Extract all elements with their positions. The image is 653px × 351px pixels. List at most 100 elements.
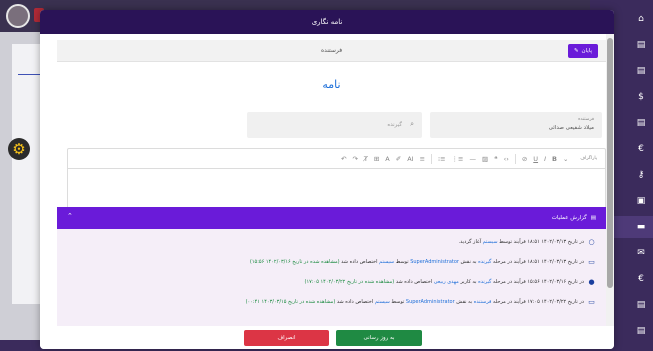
italic-icon[interactable]: I xyxy=(544,155,546,163)
operations-report-body: در تاریخ ۱۴۰۲/۰۳/۱۳ ۱۸:۵۱ فرآیند توسط سی… xyxy=(57,229,606,326)
sender-field: فرستنده میلاد شفیعی صدائی xyxy=(430,112,602,138)
log-segment: در تاریخ xyxy=(566,259,584,265)
modal-title: نامه نگاری xyxy=(311,18,343,26)
operations-report-header[interactable]: ⌃ گزارش عملیات ▤ xyxy=(57,207,606,229)
paragraph-format-select[interactable]: پاراگراف xyxy=(580,156,597,161)
log-segment: فرآیند در مرحله xyxy=(491,279,528,285)
sender-field-value: میلاد شفیعی صدائی xyxy=(548,125,594,131)
mail-icon: ✉ xyxy=(637,248,645,258)
chevron-up-icon[interactable]: ⌃ xyxy=(67,212,73,220)
bullet-list-icon[interactable]: ⋮≡ xyxy=(452,155,464,163)
log-segment: توسط xyxy=(389,299,406,305)
log-segment: ۱۴۰۲/۰۳/۲۲ ۱۷:۰۵ xyxy=(527,299,567,305)
cancel-button[interactable]: انصراف xyxy=(244,330,329,346)
update-button[interactable]: به روز رسانی xyxy=(336,330,422,346)
log-segment: (مشاهده شده در تاریخ ۱۴۰۲/۰۳/۱۶ ۱۵:۵۶) xyxy=(249,259,340,265)
log-segment: مهدی ربیعی xyxy=(433,279,459,285)
log-segment: سیستم xyxy=(482,239,498,245)
log-segment: فرآیند در مرحله xyxy=(491,299,528,305)
log-segment: ۱۴۰۲/۰۳/۱۳ ۱۸:۵۱ xyxy=(527,239,567,245)
log-row-1: در تاریخ ۱۴۰۲/۰۳/۱۳ ۱۸:۵۱ فرآیند توسط سی… xyxy=(458,237,596,247)
log-segment: گیرنده xyxy=(478,259,492,265)
log-segment: به نقش xyxy=(454,299,474,305)
underline-icon[interactable]: U xyxy=(533,155,538,163)
avatar[interactable] xyxy=(6,4,30,28)
letter-modal: نامه نگاری فرستنده ✎ پایان نامه فرستنده … xyxy=(40,10,614,349)
dollar-icon: $ xyxy=(638,92,644,102)
chevron-down-icon[interactable]: ⌄ xyxy=(563,155,568,163)
log-segment: سیستم xyxy=(379,259,395,265)
document-icon: ▤ xyxy=(636,66,646,76)
horizontal-line-icon[interactable]: — xyxy=(469,155,476,163)
bold-icon[interactable]: B xyxy=(552,155,557,163)
quote-icon[interactable]: ❝ xyxy=(494,155,498,163)
redo-icon[interactable]: ↷ xyxy=(352,155,357,163)
code-icon[interactable]: ‹› xyxy=(504,155,509,163)
log-segment: در تاریخ xyxy=(566,279,584,285)
link-icon[interactable]: ⊘ xyxy=(522,155,527,163)
letter-editor[interactable]: ↶ ↷ T̸ ⊞ A ✐ AI ≡ ⁝≡ ⋮≡ — ▨ ❝ ‹› ⊘ U I B xyxy=(67,148,606,210)
log-segment: در تاریخ xyxy=(566,299,584,305)
log-segment: توسط xyxy=(394,259,411,265)
euro-icon: € xyxy=(638,274,644,284)
modal-body[interactable]: فرستنده ✎ پایان نامه فرستنده میلاد شفیعی… xyxy=(40,34,606,326)
letter-title: نامه xyxy=(322,78,341,91)
gear-icon[interactable]: ⚙ xyxy=(8,138,30,160)
log-segment: (مشاهده شده در تاریخ ۱۴۰۲/۰۳/۲۲ ۱۷:۰۵) xyxy=(304,279,395,285)
log-text: در تاریخ ۱۴۰۲/۰۳/۱۳ ۱۸:۵۱ فرآیند در مرحل… xyxy=(250,259,584,265)
log-text: در تاریخ ۱۴۰۲/۰۳/۲۲ ۱۷:۰۵ فرآیند در مرحل… xyxy=(246,299,584,305)
log-segment: فرآیند توسط xyxy=(497,239,528,245)
recipient-input[interactable]: ⌕ گیرنده xyxy=(247,112,422,138)
image-icon[interactable]: ▨ xyxy=(482,155,488,163)
log-segment: سیستم xyxy=(374,299,390,305)
log-text: در تاریخ ۱۴۰۲/۰۳/۱۶ ۱۵:۵۶ فرآیند در مرحل… xyxy=(305,279,584,285)
undo-icon[interactable]: ↶ xyxy=(341,155,346,163)
editor-toolbar: ↶ ↷ T̸ ⊞ A ✐ AI ≡ ⁝≡ ⋮≡ — ▨ ❝ ‹› ⊘ U I B xyxy=(68,149,605,169)
end-button-label: پایان xyxy=(581,48,592,54)
document-icon: ▤ xyxy=(636,300,646,310)
monitor-icon: ▭ xyxy=(588,258,595,266)
monitor-icon: ▭ xyxy=(588,298,595,306)
euro-icon: € xyxy=(638,144,644,154)
document-icon: ▤ xyxy=(636,118,646,128)
log-text: در تاریخ ۱۴۰۲/۰۳/۱۳ ۱۸:۵۱ فرآیند توسط سی… xyxy=(458,239,584,245)
log-segment: گیرنده xyxy=(478,279,492,285)
log-segment: به کاربر xyxy=(458,279,479,285)
align-icon[interactable]: ≡ xyxy=(420,155,425,163)
ordered-list-icon[interactable]: ⁝≡ xyxy=(438,155,446,163)
recipient-placeholder: گیرنده xyxy=(387,122,402,128)
log-segment: ۱۴۰۲/۰۳/۱۳ ۱۸:۵۱ xyxy=(527,259,567,265)
end-button[interactable]: ✎ پایان xyxy=(567,44,598,58)
font-color-icon[interactable]: A xyxy=(385,155,389,163)
document-icon: ▤ xyxy=(636,326,646,336)
circle-icon: ○ xyxy=(588,238,595,246)
sender-section-bar: فرستنده ✎ پایان xyxy=(57,40,606,62)
log-segment: فرستنده xyxy=(473,299,492,305)
modal-scrollbar[interactable] xyxy=(606,34,614,326)
modal-footer: انصراف به روز رسانی xyxy=(40,326,614,349)
scrollbar-thumb[interactable] xyxy=(607,38,613,288)
report-document-icon: ▤ xyxy=(590,215,596,221)
sender-section-label: فرستنده xyxy=(320,47,343,54)
report-title: گزارش عملیات xyxy=(551,215,587,221)
log-segment: آغاز گردید. xyxy=(458,239,483,245)
log-segment: به نقش xyxy=(458,259,479,265)
log-segment: در تاریخ xyxy=(566,239,584,245)
log-row-2: در تاریخ ۱۴۰۲/۰۳/۱۳ ۱۸:۵۱ فرآیند در مرحل… xyxy=(250,257,596,267)
log-segment: SuperAdministrator xyxy=(410,259,459,265)
log-segment: ۱۴۰۲/۰۳/۱۶ ۱۵:۵۶ xyxy=(527,279,567,285)
modal-header: نامه نگاری xyxy=(40,10,614,34)
highlight-icon[interactable]: ✐ xyxy=(396,155,401,163)
log-segment: فرآیند در مرحله xyxy=(491,259,528,265)
lock-icon: ▣ xyxy=(636,196,646,206)
font-size-icon[interactable]: AI xyxy=(407,155,413,163)
home-icon: ⌂ xyxy=(638,14,644,24)
pencil-icon: ✎ xyxy=(573,48,579,54)
log-segment: (مشاهده شده در تاریخ ۱۴۰۳/۰۳/۱۵ ۰۰:۴۱) xyxy=(245,299,336,305)
document-icon: ▤ xyxy=(636,40,646,50)
sender-field-label: فرستنده xyxy=(578,117,594,122)
table-icon[interactable]: ⊞ xyxy=(374,155,379,163)
clear-format-icon[interactable]: T̸ xyxy=(364,155,368,163)
log-segment: اختصاص داده شد xyxy=(394,279,434,285)
log-segment: اختصاص داده شد xyxy=(335,299,375,305)
